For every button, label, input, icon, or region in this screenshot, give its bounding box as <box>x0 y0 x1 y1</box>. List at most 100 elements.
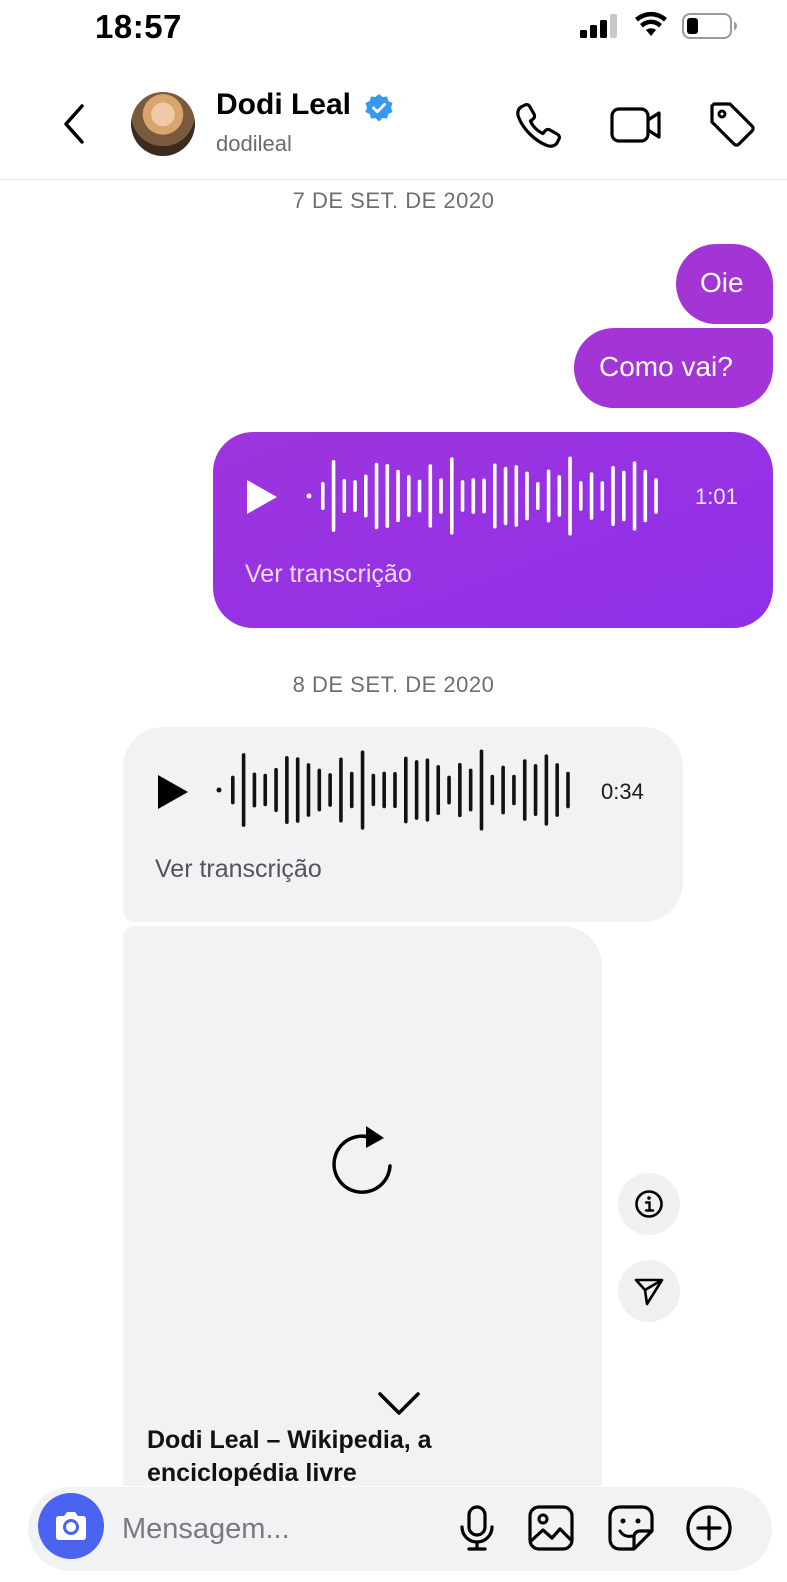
waveform-bar <box>611 466 615 526</box>
gallery-icon[interactable] <box>526 1503 576 1553</box>
waveform-bar <box>546 469 551 523</box>
link-title[interactable]: Dodi Leal – Wikipedia, a enciclopédia li… <box>147 1424 567 1486</box>
waveform-bar <box>331 460 336 532</box>
waveform-bar <box>321 482 325 510</box>
waveform-bar <box>471 478 476 514</box>
verified-icon <box>365 94 393 122</box>
waveform-bar <box>436 764 441 816</box>
mic-icon[interactable] <box>452 1503 502 1553</box>
video-icon[interactable] <box>608 100 664 150</box>
contact-name[interactable]: Dodi Leal <box>216 88 351 122</box>
waveform-bar <box>342 478 347 514</box>
incoming-voice-message[interactable]: 0:34 Ver transcrição <box>123 727 683 922</box>
waveform-bar <box>439 478 443 514</box>
outgoing-message[interactable]: Como vai? <box>574 328 773 408</box>
waveform-bar <box>482 478 486 514</box>
waveform-bar <box>382 771 386 809</box>
outgoing-message[interactable]: Oie <box>676 244 773 324</box>
wifi-icon <box>635 11 667 36</box>
waveform-bar <box>339 757 343 823</box>
camera-button[interactable] <box>38 1493 104 1559</box>
avatar[interactable] <box>131 92 195 156</box>
waveform-bar <box>447 775 451 805</box>
sticker-icon[interactable] <box>606 1503 656 1553</box>
waveform-bar <box>503 466 508 526</box>
waveform-bar <box>579 481 583 511</box>
waveform-bar <box>414 760 419 820</box>
waveform-bar <box>460 480 465 512</box>
voice-duration: 0:34 <box>601 779 644 804</box>
message-text: Como vai? <box>599 351 733 382</box>
date-separator: 8 DE SET. DE 2020 <box>292 672 495 697</box>
waveform-bar <box>385 464 390 528</box>
waveform-bar <box>374 462 379 530</box>
waveform-bar <box>458 762 462 818</box>
battery-icon <box>682 13 737 39</box>
waveform-bar <box>349 771 354 809</box>
waveform-bar <box>643 469 648 523</box>
waveform-bar <box>393 771 397 809</box>
waveform-bar <box>404 756 408 824</box>
plus-icon[interactable] <box>684 1503 734 1553</box>
waveform-bar <box>589 472 594 520</box>
phone-icon[interactable] <box>514 100 564 150</box>
waveform-bar <box>522 759 527 821</box>
waveform-bar <box>317 768 322 812</box>
chat-header <box>0 70 787 180</box>
share-button[interactable] <box>618 1260 680 1322</box>
waveform-bar <box>396 469 400 523</box>
voice-duration: 1:01 <box>695 484 738 509</box>
waveform-bar <box>632 461 637 531</box>
waveform-bar <box>241 753 246 827</box>
play-icon[interactable] <box>156 773 190 811</box>
waveform-bar <box>450 457 454 535</box>
link-preview-card[interactable]: Dodi Leal – Wikipedia, a enciclopédia li… <box>123 926 602 1486</box>
message-input[interactable] <box>122 1509 432 1549</box>
waveform-bar <box>501 765 505 815</box>
message-text: Oie <box>700 267 744 298</box>
waveform-bar <box>479 749 484 831</box>
waveform-bar <box>231 775 235 805</box>
waveform-bar <box>514 465 519 527</box>
contact-handle: dodileal <box>216 131 292 156</box>
reload-icon[interactable] <box>326 1122 398 1198</box>
waveform-bar <box>263 773 268 807</box>
waveform-bar <box>252 772 257 808</box>
waveform-bar <box>425 758 430 822</box>
chevron-down-icon[interactable] <box>376 1388 422 1420</box>
waveform-bar <box>654 478 658 514</box>
waveform-bar <box>600 481 605 511</box>
view-transcript-link[interactable]: Ver transcrição <box>245 560 412 589</box>
waveform-bar <box>544 754 549 826</box>
waveform-bar <box>371 773 376 807</box>
waveform-bar <box>536 481 540 511</box>
waveform-bar <box>353 480 357 512</box>
waveform-bar <box>295 757 300 823</box>
tag-icon[interactable] <box>706 98 758 150</box>
waveform-bar <box>555 763 559 817</box>
waveform-dot <box>216 787 222 793</box>
waveform-bar <box>417 479 422 513</box>
waveform-bar <box>360 750 365 830</box>
date-separator: 7 DE SET. DE 2020 <box>292 188 495 213</box>
info-button[interactable] <box>618 1173 680 1235</box>
waveform-bar <box>525 471 529 521</box>
status-time: 18:57 <box>95 8 182 45</box>
waveform-bar <box>557 475 562 517</box>
waveform[interactable] <box>215 749 577 831</box>
waveform-dot <box>306 493 312 499</box>
back-icon[interactable] <box>58 100 90 148</box>
waveform-bar <box>490 774 495 806</box>
play-icon[interactable] <box>245 478 279 516</box>
waveform-bar <box>328 773 332 807</box>
signal-icon <box>580 14 617 38</box>
waveform-bar <box>568 456 572 536</box>
waveform-bar <box>566 771 570 809</box>
waveform-bar <box>407 475 411 517</box>
outgoing-voice-message[interactable]: 1:01 Ver transcrição <box>213 432 773 628</box>
view-transcript-link[interactable]: Ver transcrição <box>155 855 322 884</box>
waveform-bar <box>493 463 497 529</box>
waveform-bar <box>274 767 278 813</box>
waveform[interactable] <box>305 456 665 536</box>
waveform-bar <box>512 774 516 806</box>
